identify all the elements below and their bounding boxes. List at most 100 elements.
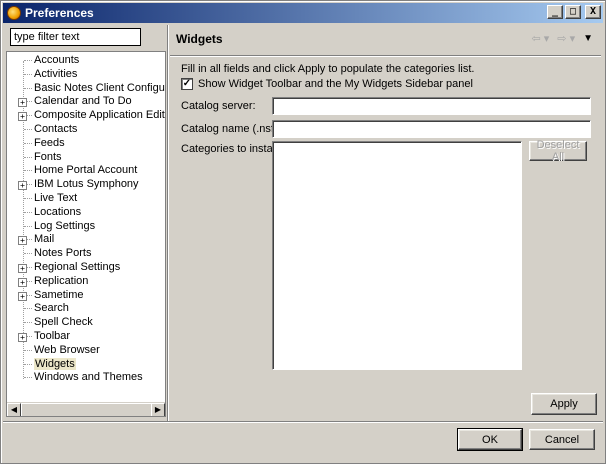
window-title: Preferences [25,6,94,20]
tree-item[interactable]: Search [7,302,165,316]
tree-connector [24,349,32,351]
tree-item-label: Sametime [34,288,84,301]
tree-item[interactable]: + IBM Lotus Symphony [7,178,165,192]
footer-separator [3,421,603,423]
tree-item-label: Search [34,302,69,315]
title-bar-buttons: _ □ X [547,5,601,19]
expand-icon[interactable]: + [18,332,27,342]
expand-icon[interactable]: + [18,112,27,122]
tree-item-label: IBM Lotus Symphony [34,178,139,191]
maximize-button[interactable]: □ [565,5,581,19]
show-toolbar-label: Show Widget Toolbar and the My Widgets S… [198,78,473,90]
tree-item-label: Live Text [34,191,78,204]
scroll-right-icon[interactable]: ▶ [151,403,165,416]
tree-item-label: Feeds [34,136,65,149]
tree-item[interactable]: Web Browser [7,344,165,358]
tree-connector [24,156,32,158]
deselect-all-button[interactable]: Deselect All [529,139,587,163]
tree-connector [24,377,32,379]
tree-item[interactable]: Activities [7,68,165,82]
scroll-left-icon[interactable]: ◀ [7,403,21,416]
tree-item[interactable]: + Mail [7,233,165,247]
panel-splitter[interactable] [167,25,169,421]
show-toolbar-option[interactable]: ✓ Show Widget Toolbar and the My Widgets… [181,78,473,90]
catalog-name-field[interactable] [272,120,591,138]
tree-item-label: Fonts [34,150,62,163]
filter-input[interactable] [10,28,141,46]
horizontal-scrollbar[interactable]: ◀ ▶ [7,402,165,416]
expand-icon[interactable]: + [18,263,27,273]
cancel-button[interactable]: Cancel [529,429,595,450]
tree-item[interactable]: Locations [7,206,165,220]
tree-item[interactable]: Widgets [7,357,165,372]
tree-item[interactable]: + Calendar and To Do [7,95,165,109]
show-toolbar-checkbox[interactable]: ✓ [181,78,193,90]
catalog-name-label: Catalog name (.nsf): [181,123,281,135]
tree-connector [24,322,32,324]
tree-item-label: Windows and Themes [34,371,143,384]
categories-list[interactable] [272,141,522,370]
ok-button[interactable]: OK [457,428,523,451]
scrollbar-thumb[interactable] [21,403,153,416]
tree-item-label: Widgets [34,357,76,370]
apply-button[interactable]: Apply [531,393,597,415]
tree-connector [24,73,32,75]
tree-item-label: Calendar and To Do [34,95,132,108]
catalog-server-field[interactable] [272,97,591,115]
tree-connector [24,170,32,172]
tree-item-label: Contacts [34,122,78,135]
tree-item[interactable]: Windows and Themes [7,371,165,385]
expand-icon[interactable]: + [18,98,27,108]
tree-item[interactable]: + Composite Application Editor [7,109,165,123]
tree-item[interactable]: Feeds [7,137,165,151]
tree-list: Accounts Activities Basic Notes Client Con… [7,54,165,385]
view-menu-icon[interactable]: ▼ [583,33,593,44]
tree-item[interactable]: Fonts [7,151,165,165]
minimize-button[interactable]: _ [547,5,563,19]
instructions-text: Fill in all fields and click Apply to po… [181,63,475,75]
tree-item[interactable]: Log Settings [7,220,165,234]
tree-item[interactable]: Basic Notes Client Configuration [7,82,165,96]
tree-item[interactable]: Contacts [7,123,165,137]
tree-item[interactable]: Live Text [7,192,165,206]
tree-item-label: Accounts [34,54,80,66]
tree-item[interactable]: Home Portal Account [7,164,165,178]
tree-connector [24,225,32,227]
expand-icon[interactable]: + [18,291,27,301]
tree-item[interactable]: Notes Ports [7,247,165,261]
tree-item-label: Composite Application Editor [34,109,166,122]
close-button[interactable]: X [585,5,601,19]
tree-item[interactable]: + Toolbar [7,330,165,344]
preferences-tree[interactable]: Accounts Activities Basic Notes Client Con… [6,51,166,417]
tree-item-label: Regional Settings [34,260,121,273]
tree-item[interactable]: Accounts [7,54,165,68]
page-header: Widgets ⇦ ▾ ⇨ ▾ ▼ [170,25,601,55]
tree-item[interactable]: + Sametime [7,289,165,303]
forward-arrow-icon[interactable]: ⇨ ▾ [557,32,575,45]
categories-label: Categories to install: [181,143,281,155]
tree-item-label: Basic Notes Client Configuration [34,81,165,94]
expand-icon[interactable]: + [18,277,27,287]
back-arrow-icon[interactable]: ⇦ ▾ [532,32,550,45]
page-title: Widgets [176,32,223,46]
tree-item-label: Locations [34,205,82,218]
preferences-window: Preferences _ □ X Accounts ActivitiesBasi… [0,0,606,464]
expand-icon[interactable]: + [18,181,27,191]
tree-item-label: Home Portal Account [34,164,138,177]
tree-connector [24,128,32,130]
tree-item-label: Spell Check [34,316,93,329]
header-separator [170,55,601,57]
tree-connector [24,308,32,310]
tree-item-label: Notes Ports [34,247,92,260]
tree-item-label: Replication [34,274,89,287]
page-navigation: ⇦ ▾ ⇨ ▾ ▼ [532,32,594,45]
tree-item[interactable]: Spell Check [7,316,165,330]
tree-connector [24,211,32,213]
tree-connector [24,253,32,255]
tree-connector [24,363,32,365]
title-bar[interactable]: Preferences _ □ X [3,3,603,23]
expand-icon[interactable]: + [18,236,27,246]
tree-item[interactable]: + Replication [7,275,165,289]
tree-connector [24,197,32,199]
tree-item[interactable]: + Regional Settings [7,261,165,275]
